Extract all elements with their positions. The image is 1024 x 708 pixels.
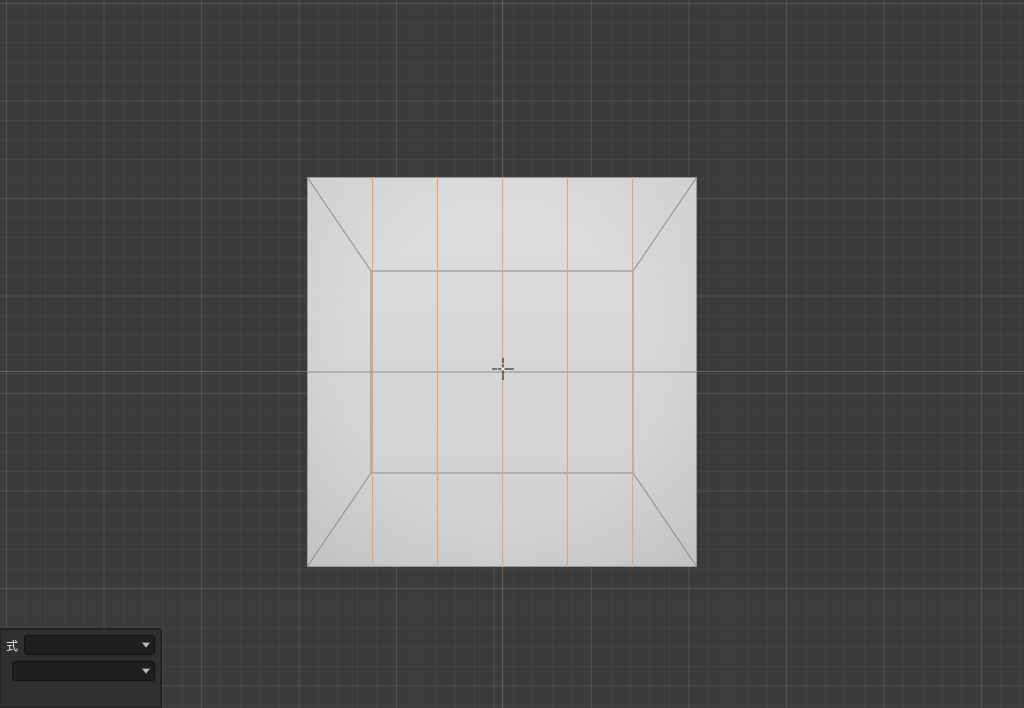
loop-cut-line [632,177,633,567]
chevron-down-icon [142,641,150,649]
operator-row: 式 [6,635,155,655]
operator-row-label: 式 [6,637,24,654]
mesh-object[interactable] [307,177,697,567]
mesh-wire-svg [307,177,697,567]
chevron-down-icon [142,667,150,675]
loop-cut-line [567,177,568,567]
viewport-3d[interactable] [0,0,1024,708]
operator-row [6,661,155,681]
loop-cut-line [502,177,503,567]
mesh-shading [307,177,697,567]
operator-dropdown[interactable] [12,661,155,681]
operator-panel[interactable]: 式 [0,628,162,708]
operator-dropdown[interactable] [24,635,155,655]
loop-cut-line [372,177,373,567]
loop-cut-line [437,177,438,567]
